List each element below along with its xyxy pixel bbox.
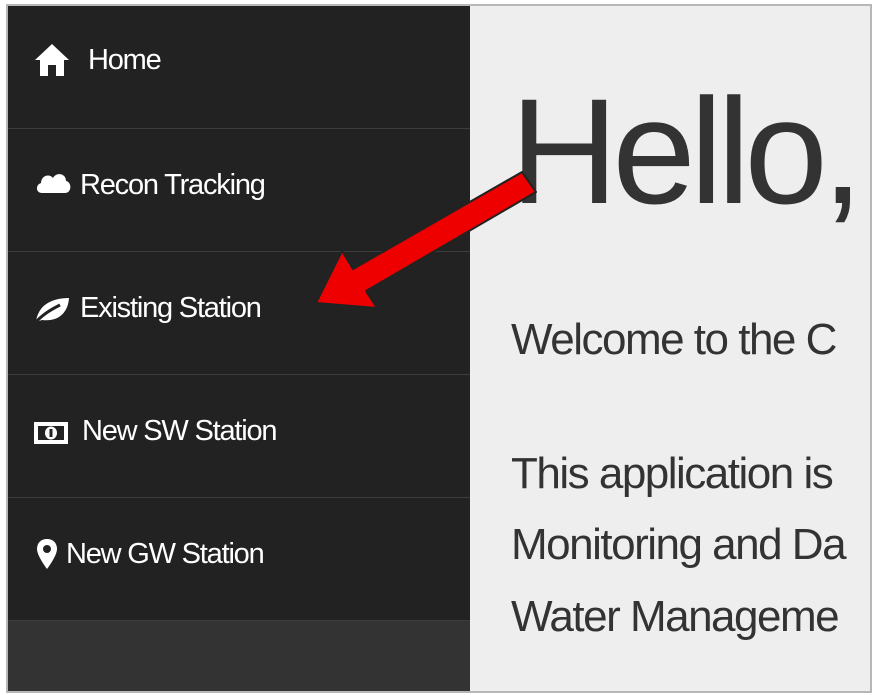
- sidebar-empty-area: [8, 621, 470, 691]
- home-icon: [35, 44, 69, 76]
- sidebar-item-label: New SW Station: [82, 415, 278, 447]
- leaf-icon: [32, 298, 69, 325]
- sidebar-item-label: Existing Station: [80, 292, 262, 324]
- page-title: Hello,: [510, 67, 863, 235]
- cloud-icon: [36, 174, 71, 193]
- welcome-text: Welcome to the C: [511, 315, 837, 364]
- main-content: Hello, Welcome to the C This application…: [470, 6, 870, 691]
- sidebar-item-label: Home: [88, 44, 162, 76]
- sidebar-item-existing-station[interactable]: Existing Station: [8, 252, 470, 375]
- money-icon: [34, 422, 68, 444]
- sidebar-item-new-sw-station[interactable]: New SW Station: [8, 375, 470, 498]
- sidebar-item-recon-tracking[interactable]: Recon Tracking: [8, 129, 470, 252]
- sidebar-nav: Home Recon Tracking Existing Station New…: [8, 6, 470, 691]
- map-marker-icon: [37, 539, 57, 569]
- body-text-line: Water Manageme: [511, 592, 840, 641]
- sidebar-item-label: New GW Station: [66, 538, 265, 570]
- sidebar-item-label: Recon Tracking: [80, 169, 266, 201]
- sidebar-item-home[interactable]: Home: [8, 6, 470, 129]
- app-window: Home Recon Tracking Existing Station New…: [6, 4, 872, 693]
- body-text-line: This application is: [511, 449, 834, 498]
- body-text-line: Monitoring and Da: [511, 520, 847, 569]
- sidebar-item-new-gw-station[interactable]: New GW Station: [8, 498, 470, 621]
